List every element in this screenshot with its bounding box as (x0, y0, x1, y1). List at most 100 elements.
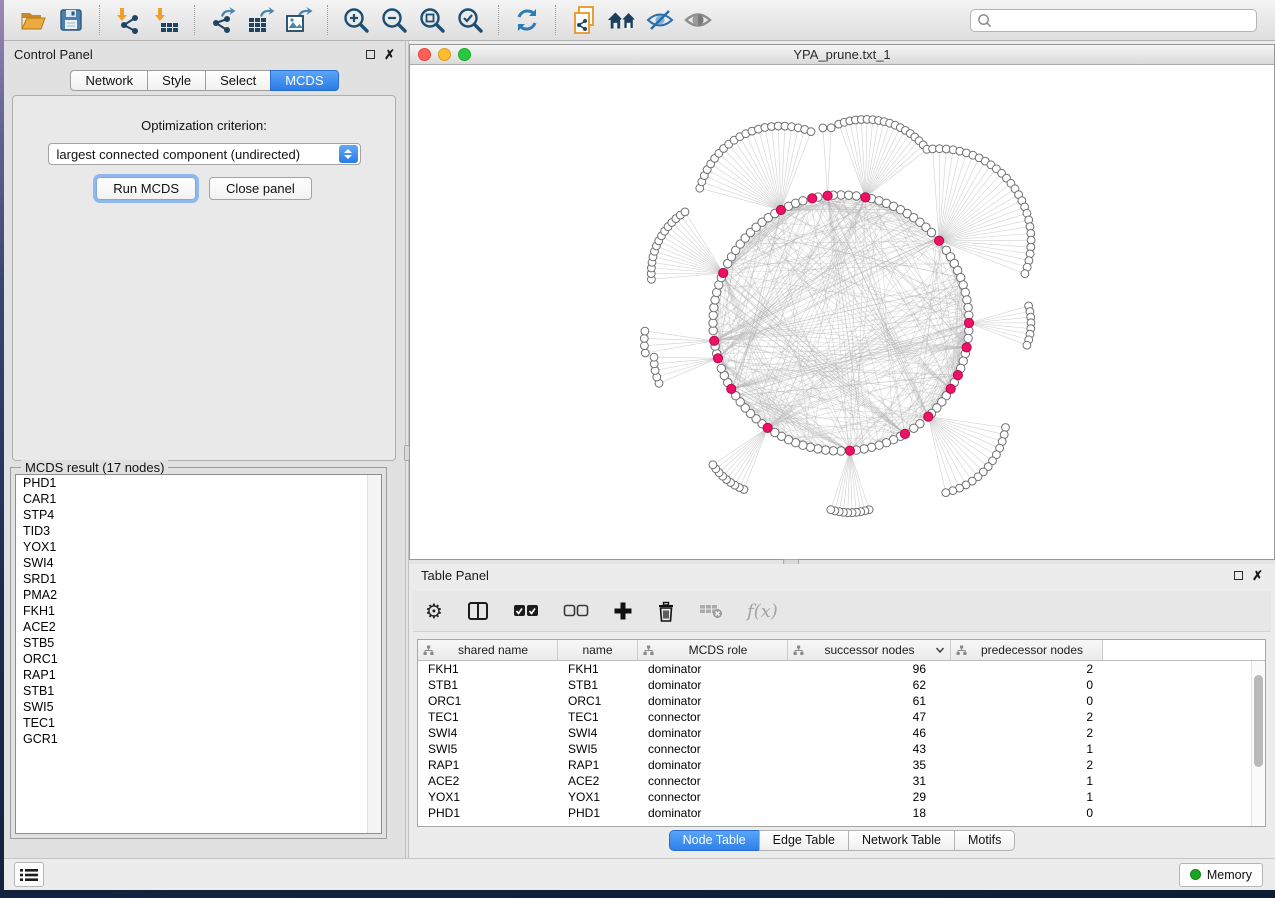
close-panel-icon[interactable]: ✗ (384, 50, 395, 59)
tab-edge-table[interactable]: Edge Table (759, 830, 849, 851)
open-session-button[interactable] (17, 4, 49, 36)
column-header-name[interactable]: name (558, 640, 638, 660)
mcds-result-item[interactable]: PMA2 (16, 587, 381, 603)
table-row[interactable]: ACE2ACE2connector311 (418, 773, 1265, 789)
table-tabs: Node Table Edge Table Network Table Moti… (409, 830, 1275, 851)
create-column-button[interactable] (613, 598, 633, 624)
mcds-result-item[interactable]: GCR1 (16, 731, 381, 747)
mcds-result-item[interactable]: FKH1 (16, 603, 381, 619)
export-table-button[interactable] (245, 4, 277, 36)
mcds-result-item[interactable]: CAR1 (16, 491, 381, 507)
table-row[interactable]: RAP1RAP1dominator352 (418, 757, 1265, 773)
cell-name: STB1 (558, 677, 638, 693)
mcds-result-item[interactable]: STB5 (16, 635, 381, 651)
table-row[interactable]: ORC1ORC1dominator610 (418, 693, 1265, 709)
table-row[interactable]: SWI5SWI5connector431 (418, 741, 1265, 757)
mcds-result-item[interactable]: SWI4 (16, 555, 381, 571)
tab-network[interactable]: Network (70, 70, 148, 91)
mcds-result-item[interactable]: STB1 (16, 683, 381, 699)
zoom-fit-button[interactable] (416, 4, 448, 36)
table-row[interactable]: TEC1TEC1connector472 (418, 709, 1265, 725)
cell-successor-nodes: 61 (788, 693, 951, 709)
mcds-result-item[interactable]: ACE2 (16, 619, 381, 635)
column-header-successor-nodes[interactable]: successor nodes (788, 640, 951, 660)
column-header-mcds-role[interactable]: MCDS role (638, 640, 788, 660)
search-box[interactable] (970, 9, 1257, 32)
cell-successor-nodes: 43 (788, 741, 951, 757)
show-columns-button[interactable] (467, 598, 489, 624)
tab-network-table[interactable]: Network Table (848, 830, 955, 851)
mcds-result-scrollbar[interactable] (367, 475, 381, 833)
clone-network-button[interactable] (568, 4, 600, 36)
cell-name: SWI5 (558, 741, 638, 757)
table-scrollbar-thumb[interactable] (1254, 675, 1263, 767)
mcds-result-item[interactable]: TID3 (16, 523, 381, 539)
export-network-button[interactable] (207, 4, 239, 36)
hide-selected-button[interactable] (644, 4, 676, 36)
tab-motifs[interactable]: Motifs (954, 830, 1015, 851)
network-window-titlebar: YPA_prune.txt_1 (410, 45, 1274, 65)
criterion-select[interactable]: largest connected component (undirected) (48, 143, 361, 165)
zoom-in-button[interactable] (340, 4, 372, 36)
table-row[interactable]: STB1STB1dominator620 (418, 677, 1265, 693)
float-panel-icon[interactable] (366, 50, 375, 59)
memory-button[interactable]: Memory (1179, 863, 1263, 887)
show-all-button[interactable] (682, 4, 714, 36)
function-builder-button[interactable]: f(x) (747, 598, 778, 624)
table-settings-button[interactable]: ⚙ (425, 598, 443, 624)
tab-node-table[interactable]: Node Table (669, 830, 760, 851)
network-canvas[interactable] (410, 65, 1274, 559)
cell-mcds-role: connector (638, 773, 788, 789)
table-row[interactable]: FKH1FKH1dominator962 (418, 661, 1265, 677)
float-panel-icon[interactable] (1234, 571, 1243, 580)
mcds-result-item[interactable]: RAP1 (16, 667, 381, 683)
criterion-select-value: largest connected component (undirected) (49, 147, 339, 162)
zoom-selected-icon (456, 6, 484, 34)
close-panel-icon[interactable]: ✗ (1252, 571, 1263, 580)
cell-filler (1103, 773, 1265, 789)
unselect-all-columns-button[interactable] (563, 598, 589, 624)
mcds-result-item[interactable]: STP4 (16, 507, 381, 523)
tab-style[interactable]: Style (147, 70, 206, 91)
search-input[interactable] (992, 13, 1250, 27)
delete-column-button[interactable] (657, 598, 675, 624)
columns-icon (467, 601, 489, 621)
tab-mcds[interactable]: MCDS (270, 70, 338, 91)
cell-predecessor-nodes: 2 (951, 709, 1103, 725)
zoom-selected-button[interactable] (454, 4, 486, 36)
mcds-result-item[interactable]: SRD1 (16, 571, 381, 587)
import-network-button[interactable] (112, 4, 144, 36)
show-task-history-button[interactable] (14, 862, 44, 887)
mcds-result-item[interactable]: ORC1 (16, 651, 381, 667)
first-neighbors-button[interactable] (606, 4, 638, 36)
delete-table-button[interactable] (699, 598, 723, 624)
import-table-icon (152, 6, 180, 34)
column-header-predecessor-nodes[interactable]: predecessor nodes (951, 640, 1103, 660)
window-minimize-icon[interactable] (438, 48, 451, 61)
tab-select[interactable]: Select (205, 70, 271, 91)
run-mcds-button[interactable]: Run MCDS (96, 177, 196, 200)
table-row[interactable]: YOX1YOX1connector291 (418, 789, 1265, 805)
window-close-icon[interactable] (418, 48, 431, 61)
zoom-out-button[interactable] (378, 4, 410, 36)
mcds-result-item[interactable]: YOX1 (16, 539, 381, 555)
select-all-columns-button[interactable] (513, 598, 539, 624)
import-table-button[interactable] (150, 4, 182, 36)
table-scrollbar[interactable] (1251, 661, 1265, 826)
apply-preferred-layout-button[interactable] (511, 4, 543, 36)
mcds-result-item[interactable]: TEC1 (16, 715, 381, 731)
cell-shared-name: FKH1 (418, 661, 558, 677)
mcds-result-item[interactable]: SWI5 (16, 699, 381, 715)
cell-name: ORC1 (558, 693, 638, 709)
export-image-button[interactable] (283, 4, 315, 36)
column-header-shared-name[interactable]: shared name (418, 640, 558, 660)
mcds-result-item[interactable]: PHD1 (16, 475, 381, 491)
table-row[interactable]: PHD1PHD1dominator180 (418, 805, 1265, 821)
table-row[interactable]: SWI4SWI4dominator462 (418, 725, 1265, 741)
cell-filler (1103, 693, 1265, 709)
close-panel-button[interactable]: Close panel (209, 177, 312, 200)
cell-successor-nodes: 35 (788, 757, 951, 773)
delete-table-icon (699, 603, 723, 619)
window-maximize-icon[interactable] (458, 48, 471, 61)
save-session-button[interactable] (55, 4, 87, 36)
